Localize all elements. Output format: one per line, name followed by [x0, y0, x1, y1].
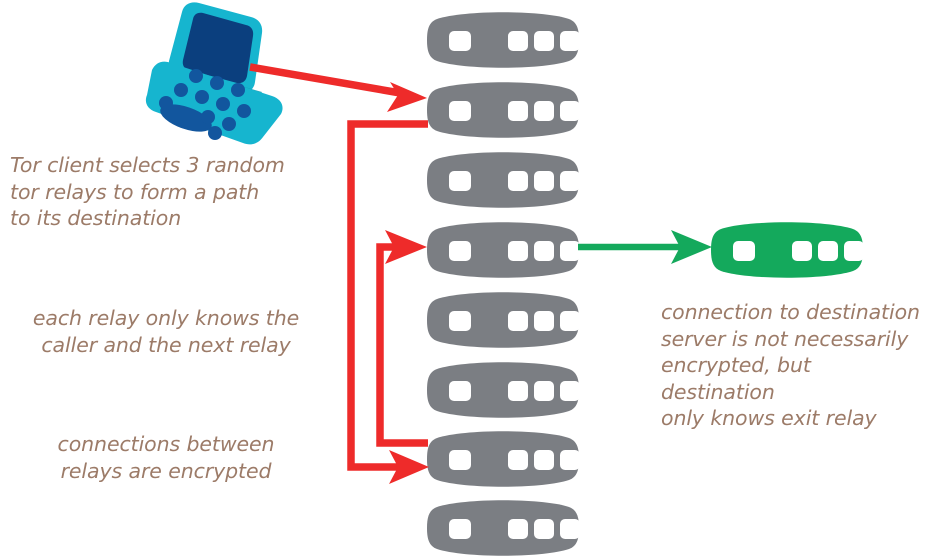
relay-8[interactable]: [427, 500, 580, 556]
annotation-client-selects-path: Tor client selects 3 random tor relays t…: [10, 153, 285, 230]
relay-3[interactable]: [427, 152, 580, 208]
connection-relay-7-to-relay-4: [376, 230, 428, 447]
annotation-relay-knowledge: each relay only knows the caller and the…: [32, 306, 300, 357]
relay-stack: [427, 12, 580, 556]
annotation-destination-encryption: connection to destination server is not …: [661, 300, 920, 430]
relay-6[interactable]: [427, 362, 580, 418]
annotation-relay-encryption: connections between relays are encrypted: [57, 432, 275, 483]
relay-7[interactable]: [427, 431, 580, 487]
destination-server[interactable]: [711, 222, 864, 278]
relay-1[interactable]: [427, 12, 580, 68]
diagram-canvas: Tor client selects 3 random tor relays t…: [0, 0, 931, 556]
connection-relay-2-to-relay-7: [347, 120, 429, 484]
relay-5[interactable]: [427, 292, 580, 348]
relay-4[interactable]: [427, 222, 580, 278]
connection-relay-4-to-destination: [578, 230, 712, 264]
relay-2[interactable]: [427, 82, 580, 138]
tor-client-laptop[interactable]: [145, 2, 283, 145]
